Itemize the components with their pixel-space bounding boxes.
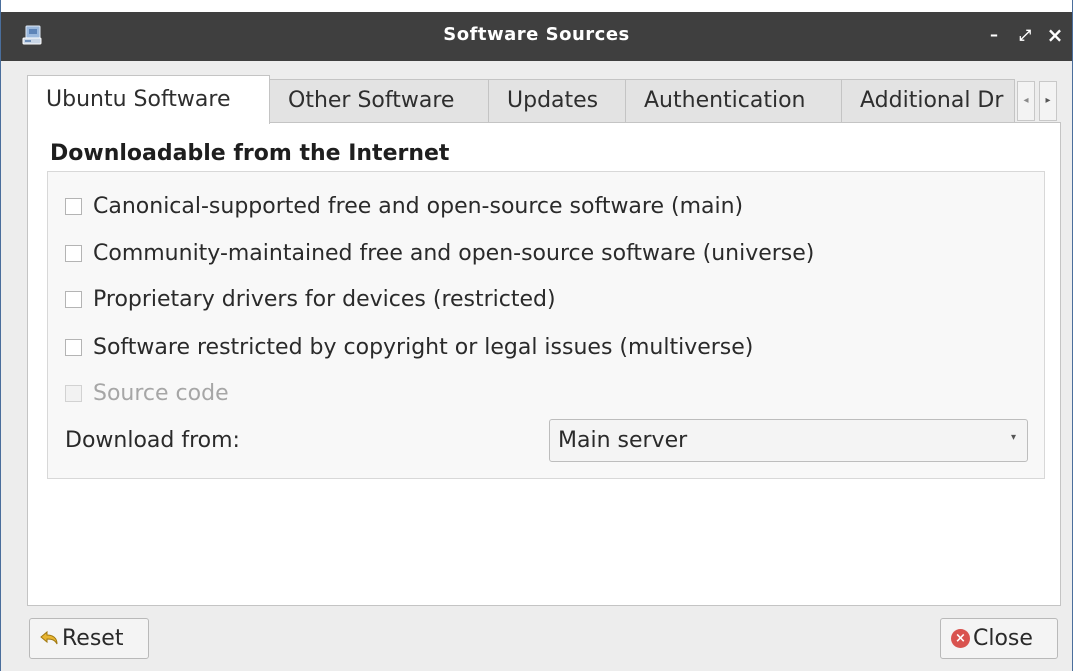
titlebar[interactable]: Software Sources – ⤢ × <box>1 0 1072 61</box>
chevron-down-icon: ▾ <box>1010 432 1016 443</box>
minimize-icon[interactable]: – <box>983 22 1005 48</box>
checkbox-universe[interactable] <box>65 244 82 262</box>
option-universe[interactable]: Community-maintained free and open-sourc… <box>65 238 814 268</box>
maximize-icon[interactable]: ⤢ <box>1014 22 1036 48</box>
tab-bar: Ubuntu Software Other Software Updates A… <box>27 75 1061 124</box>
window-title: Software Sources <box>443 24 630 45</box>
tab-scroll-right-icon[interactable]: ▸ <box>1039 81 1057 121</box>
tab-authentication[interactable]: Authentication <box>625 79 842 123</box>
option-main-label: Canonical-supported free and open-source… <box>93 193 744 219</box>
close-window-icon[interactable]: × <box>1044 22 1066 48</box>
option-source-code-label: Source code <box>93 380 229 406</box>
option-multiverse[interactable]: Software restricted by copyright or lega… <box>65 332 753 362</box>
ubuntu-software-panel: Downloadable from the Internet Canonical… <box>27 122 1061 606</box>
checkbox-main[interactable] <box>65 197 82 215</box>
download-server-value: Main server <box>558 428 688 453</box>
tab-ubuntu-software[interactable]: Ubuntu Software <box>27 75 270 124</box>
section-heading: Downloadable from the Internet <box>50 141 450 166</box>
checkbox-source-code <box>65 384 82 402</box>
close-icon: × <box>951 629 970 648</box>
tab-updates[interactable]: Updates <box>488 79 626 123</box>
option-restricted[interactable]: Proprietary drivers for devices (restric… <box>65 284 556 314</box>
option-restricted-label: Proprietary drivers for devices (restric… <box>93 286 556 312</box>
close-button-label: Close <box>973 626 1033 651</box>
checkbox-restricted[interactable] <box>65 290 82 308</box>
reset-button-label: Reset <box>62 626 124 651</box>
undo-icon <box>40 630 58 644</box>
close-button[interactable]: × Close <box>940 618 1058 659</box>
checkbox-multiverse[interactable] <box>65 338 82 356</box>
download-from-label: Download from: <box>65 428 240 453</box>
tab-additional-drivers[interactable]: Additional Dr <box>841 79 1015 123</box>
tab-other-software[interactable]: Other Software <box>269 79 489 123</box>
option-universe-label: Community-maintained free and open-sourc… <box>93 240 815 266</box>
download-server-select[interactable]: Main server ▾ <box>549 419 1028 462</box>
software-sources-window: Software Sources – ⤢ × Ubuntu Software O… <box>0 0 1073 671</box>
options-frame: Canonical-supported free and open-source… <box>47 171 1045 479</box>
tab-scroll-left-icon[interactable]: ◂ <box>1017 81 1035 121</box>
reset-button[interactable]: Reset <box>29 618 149 659</box>
option-source-code: Source code <box>65 378 229 408</box>
option-multiverse-label: Software restricted by copyright or lega… <box>93 334 754 360</box>
option-main[interactable]: Canonical-supported free and open-source… <box>65 191 743 221</box>
